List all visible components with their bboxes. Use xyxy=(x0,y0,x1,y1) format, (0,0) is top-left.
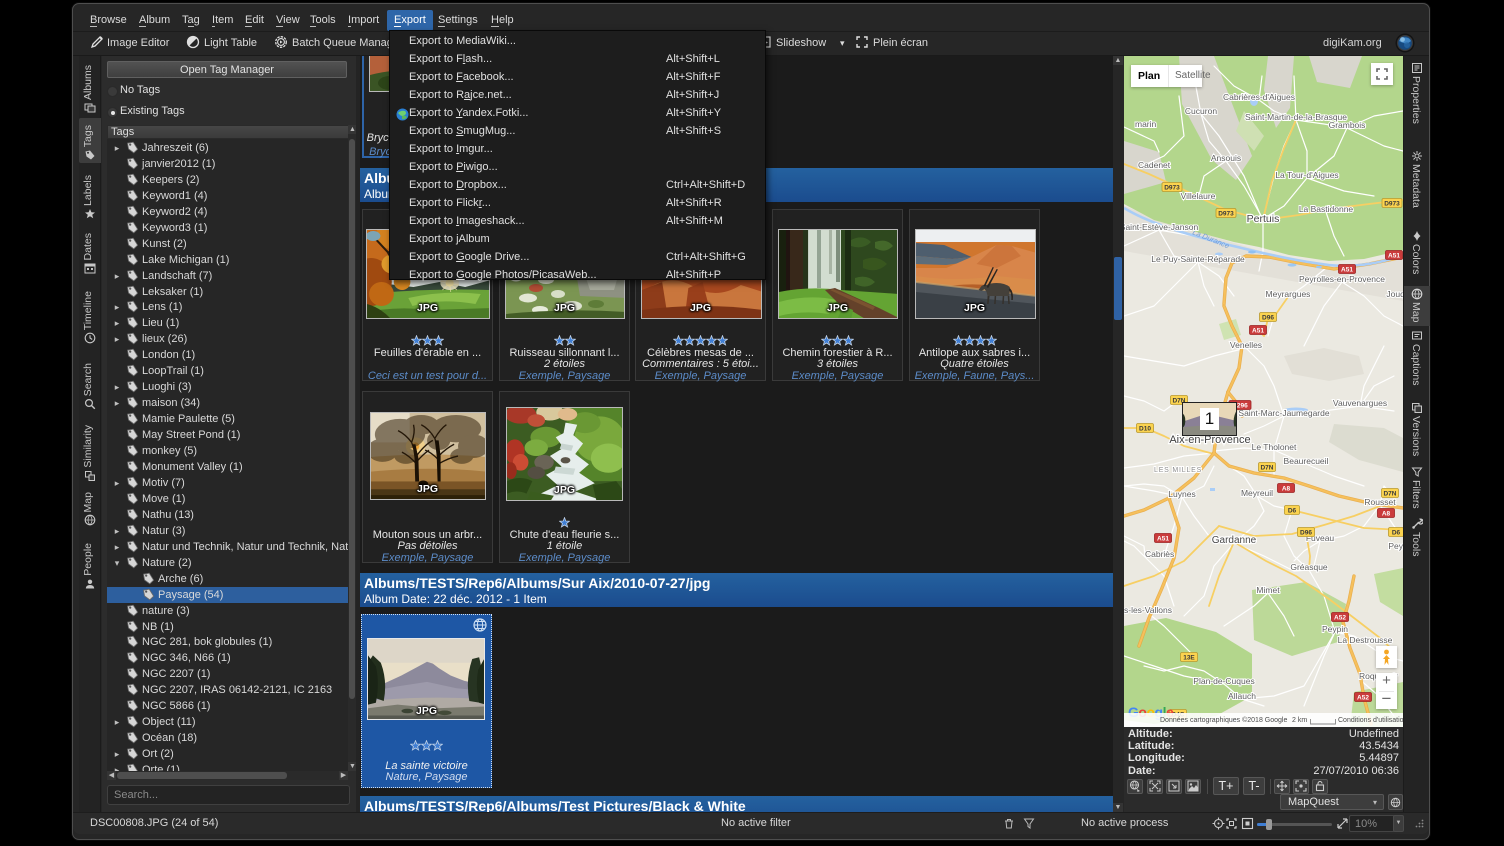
svg-text:Le Tholonet: Le Tholonet xyxy=(1252,442,1297,452)
svg-text:Peyn: Peyn xyxy=(1388,541,1403,551)
svg-text:Beaurecueil: Beaurecueil xyxy=(1284,456,1329,466)
svg-text:Meyrargues: Meyrargues xyxy=(1266,289,1311,299)
svg-text:Jouqu: Jouqu xyxy=(1386,289,1403,299)
svg-text:A51: A51 xyxy=(1157,535,1169,542)
svg-text:D6: D6 xyxy=(1392,529,1401,536)
svg-text:marin: marin xyxy=(1135,119,1157,129)
svg-text:Mimet: Mimet xyxy=(1256,585,1280,595)
svg-text:A51: A51 xyxy=(1388,252,1400,259)
svg-text:Gardanne: Gardanne xyxy=(1212,535,1257,546)
svg-text:D6: D6 xyxy=(1288,507,1297,514)
svg-text:Cabrières-d'Aigues: Cabrières-d'Aigues xyxy=(1223,92,1295,102)
svg-text:D7N: D7N xyxy=(1260,464,1273,471)
svg-text:Saint-Marc-Jaumegarde: Saint-Marc-Jaumegarde xyxy=(1238,408,1329,418)
svg-text:D96: D96 xyxy=(1300,529,1312,536)
svg-text:Cucuron: Cucuron xyxy=(1185,106,1217,116)
svg-text:A8: A8 xyxy=(1382,510,1391,517)
svg-text:Grambois: Grambois xyxy=(1329,120,1366,130)
svg-text:A8: A8 xyxy=(1282,485,1291,492)
svg-text:D96: D96 xyxy=(1262,314,1274,321)
svg-text:Plan-de-Cuques: Plan-de-Cuques xyxy=(1193,676,1254,686)
svg-text:La Tour-d'Aigues: La Tour-d'Aigues xyxy=(1275,170,1338,180)
svg-text:Luynes: Luynes xyxy=(1168,489,1195,499)
svg-text:D973: D973 xyxy=(1218,210,1234,217)
svg-text:A52: A52 xyxy=(1357,694,1369,701)
svg-text:Cabriès: Cabriès xyxy=(1145,549,1174,559)
svg-text:Vauvenargues: Vauvenargues xyxy=(1333,398,1387,408)
svg-text:Villelaure: Villelaure xyxy=(1181,191,1216,201)
svg-text:D10: D10 xyxy=(1139,425,1151,432)
svg-text:Allauch: Allauch xyxy=(1228,691,1256,701)
svg-text:La Bastidonne: La Bastidonne xyxy=(1299,204,1354,214)
svg-text:s-les-Vallons: s-les-Vallons xyxy=(1124,605,1172,615)
svg-text:A51: A51 xyxy=(1341,266,1353,273)
svg-text:Ansouis: Ansouis xyxy=(1211,153,1241,163)
svg-text:Le Puy-Sainte-Réparade: Le Puy-Sainte-Réparade xyxy=(1151,254,1245,264)
svg-text:13E: 13E xyxy=(1183,654,1195,661)
svg-text:Meyreuil: Meyreuil xyxy=(1241,488,1273,498)
svg-text:D973: D973 xyxy=(1384,200,1400,207)
svg-text:LES MILLES: LES MILLES xyxy=(1154,467,1202,474)
svg-text:Cadenet: Cadenet xyxy=(1138,160,1171,170)
svg-text:Pertuis: Pertuis xyxy=(1247,213,1280,225)
svg-text:Saint-Estève-Janson: Saint-Estève-Janson xyxy=(1124,222,1198,232)
svg-text:A52: A52 xyxy=(1334,614,1346,621)
svg-text:D7N: D7N xyxy=(1383,490,1396,497)
svg-text:D973: D973 xyxy=(1164,184,1180,191)
svg-text:Rousset: Rousset xyxy=(1364,497,1396,507)
svg-text:Peypin: Peypin xyxy=(1322,624,1348,634)
svg-text:Gréasque: Gréasque xyxy=(1290,562,1328,572)
svg-text:La Destrousse: La Destrousse xyxy=(1338,635,1393,645)
svg-text:A51: A51 xyxy=(1252,327,1264,334)
svg-text:Peyrolles-en-Provence: Peyrolles-en-Provence xyxy=(1299,274,1385,284)
svg-text:Venelles: Venelles xyxy=(1230,340,1262,350)
